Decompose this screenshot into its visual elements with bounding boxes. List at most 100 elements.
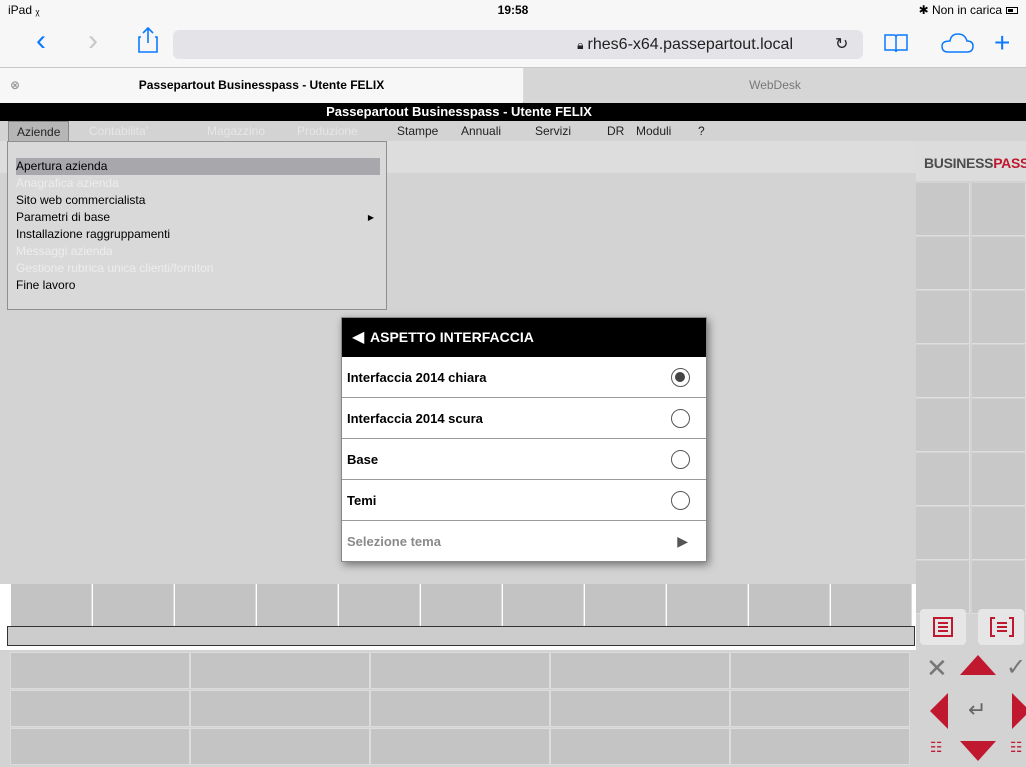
cancel-icon[interactable]: ✕ [926, 653, 948, 683]
menu-item-messaggi: Messaggi azienda [16, 244, 113, 258]
function-key[interactable] [585, 584, 666, 626]
sidebar-cell[interactable] [972, 507, 1026, 560]
businesspass-logo: BUSINESSPASS [916, 141, 1026, 181]
menu-item-sito-web[interactable]: Sito web commercialista [16, 192, 380, 209]
sidebar-cell[interactable] [972, 399, 1026, 452]
radio-icon[interactable] [671, 409, 690, 428]
enter-icon[interactable]: ↵ [968, 697, 986, 723]
function-key[interactable] [257, 584, 338, 626]
menu-item-fine-lavoro[interactable]: Fine lavoro [16, 277, 380, 294]
sidebar-cell[interactable] [916, 345, 970, 398]
option-temi[interactable]: Temi [342, 480, 706, 521]
keypad-key[interactable] [550, 652, 730, 689]
sidebar-cell[interactable] [916, 507, 970, 560]
address-bar[interactable]: 🔒︎ rhes6-x64.passepartout.local ↻ [173, 30, 863, 59]
sidebar-cell[interactable] [916, 561, 970, 614]
menu-servizi[interactable]: Servizi [535, 124, 571, 138]
grid-icon[interactable]: ☷ [930, 739, 943, 756]
function-key[interactable] [93, 584, 174, 626]
keypad-key[interactable] [190, 690, 370, 727]
menu-magazzino: Magazzino [207, 124, 266, 138]
tab-bar: ⊗ Passepartout Businesspass - Utente FEL… [0, 68, 1026, 103]
radio-selected-icon[interactable] [671, 368, 690, 387]
keypad-key[interactable] [550, 690, 730, 727]
tab-webdesk[interactable]: WebDesk [524, 68, 1026, 103]
sidebar-cell[interactable] [916, 183, 970, 236]
function-key[interactable] [339, 584, 420, 626]
menu-help[interactable]: ? [698, 124, 705, 138]
keypad-key[interactable] [10, 690, 190, 727]
sidebar-cell[interactable] [972, 291, 1026, 344]
sidebar-cell[interactable] [916, 237, 970, 290]
keypad-key[interactable] [550, 728, 730, 765]
sidebar-cell[interactable] [972, 561, 1026, 614]
keypad-key[interactable] [730, 652, 910, 689]
sidebar-cell[interactable] [972, 453, 1026, 506]
keypad-key[interactable] [10, 728, 190, 765]
radio-icon[interactable] [671, 450, 690, 469]
function-key[interactable] [175, 584, 256, 626]
charging-label: ✱ Non in carica [918, 3, 1002, 17]
sidebar-cell[interactable] [916, 291, 970, 344]
list-button[interactable] [920, 609, 966, 645]
selezione-tema[interactable]: Selezione tema ▶ [342, 521, 706, 562]
option-2014-chiara[interactable]: Interfaccia 2014 chiara [342, 357, 706, 398]
menu-annuali[interactable]: Annuali [461, 124, 501, 138]
share-icon[interactable] [138, 26, 158, 58]
lock-icon: 🔒︎ [577, 38, 584, 52]
keypad-key[interactable] [190, 728, 370, 765]
radio-icon[interactable] [671, 491, 690, 510]
option-2014-scura[interactable]: Interfaccia 2014 scura [342, 398, 706, 439]
dialog-header: ◀ ASPETTO INTERFACCIA [342, 318, 706, 357]
reload-icon[interactable]: ↻ [835, 34, 848, 54]
confirm-icon[interactable]: ✓ [1006, 653, 1026, 683]
back-arrow-icon[interactable]: ◀ [352, 318, 364, 357]
keypad-key[interactable] [190, 652, 370, 689]
menu-item-apertura-azienda[interactable]: Apertura azienda [16, 158, 380, 175]
forward-icon[interactable]: › [88, 26, 98, 56]
function-keys [0, 584, 916, 626]
close-tab-icon[interactable]: ⊗ [10, 68, 20, 103]
sidebar-cell[interactable] [916, 453, 970, 506]
list-bracket-button[interactable] [978, 609, 1024, 645]
function-key[interactable] [667, 584, 748, 626]
function-key[interactable] [831, 584, 912, 626]
menu-stampe[interactable]: Stampe [397, 124, 438, 138]
menu-dr[interactable]: DR [607, 124, 624, 138]
menu-moduli[interactable]: Moduli [636, 124, 671, 138]
keypad-key[interactable] [730, 690, 910, 727]
grid-alt-icon[interactable]: ☷ [1010, 739, 1023, 756]
bookmarks-icon[interactable] [884, 33, 908, 58]
menu-item-parametri-base[interactable]: Parametri di base ▶ [16, 209, 380, 226]
menu-produzione: Produzione [297, 124, 358, 138]
right-arrow-icon[interactable] [1010, 691, 1026, 736]
sidebar-cell[interactable] [972, 237, 1026, 290]
function-key[interactable] [421, 584, 502, 626]
new-tab-icon[interactable]: + [994, 29, 1010, 57]
list-icon [933, 617, 953, 637]
option-base[interactable]: Base [342, 439, 706, 480]
function-key[interactable] [503, 584, 584, 626]
up-arrow-icon[interactable] [958, 653, 998, 682]
safari-toolbar: ‹ › 🔒︎ rhes6-x64.passepartout.local ↻ + [0, 20, 1026, 68]
keypad-key[interactable] [370, 728, 550, 765]
function-key[interactable] [11, 584, 92, 626]
sidebar-cell[interactable] [972, 183, 1026, 236]
app-title-bar: Passepartout Businesspass - Utente FELIX [0, 103, 1026, 121]
back-icon[interactable]: ‹ [36, 26, 46, 56]
menu-item-installazione[interactable]: Installazione raggruppamenti [16, 226, 380, 243]
keypad-key[interactable] [730, 728, 910, 765]
menu-item-rubrica: Gestione rubrica unica clienti/fornitori [16, 261, 214, 275]
menu-aziende[interactable]: Aziende [8, 121, 70, 141]
icloud-tabs-icon[interactable] [940, 33, 974, 58]
down-arrow-icon[interactable] [958, 739, 998, 767]
keypad-key[interactable] [10, 652, 190, 689]
tab-businesspass[interactable]: ⊗ Passepartout Businesspass - Utente FEL… [0, 68, 523, 103]
keypad-key[interactable] [370, 652, 550, 689]
sidebar-cell[interactable] [972, 345, 1026, 398]
keypad-key[interactable] [370, 690, 550, 727]
function-key[interactable] [749, 584, 830, 626]
left-arrow-icon[interactable] [928, 691, 950, 736]
sidebar-cell[interactable] [916, 399, 970, 452]
right-sidebar: BUSINESSPASS ✕ ✓ ↵ ☷ ☷ [916, 121, 1026, 767]
